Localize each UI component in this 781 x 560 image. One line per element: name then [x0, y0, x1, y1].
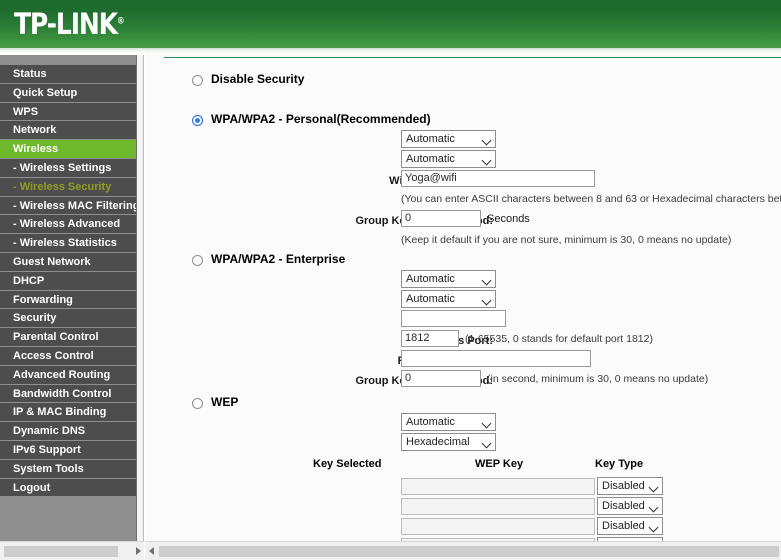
chevron-down-icon — [481, 438, 492, 449]
sidebar-item-wireless-security[interactable]: - Wireless Security — [0, 177, 136, 197]
input-wireless-password[interactable]: Yoga@wifi — [401, 170, 595, 187]
input-radius-password[interactable] — [401, 350, 591, 367]
select-enterprise-version[interactable]: Automatic — [401, 270, 496, 288]
chevron-down-icon — [481, 155, 492, 166]
tp-link-logo: TP-LINK® — [14, 7, 125, 41]
input-wep-key-1[interactable] — [401, 478, 595, 495]
label-wpa-enterprise: WPA/WPA2 - Enterprise — [211, 252, 346, 266]
sidebar-item-dynamic-dns[interactable]: Dynamic DNS — [0, 422, 136, 441]
unit-seconds: Seconds — [487, 213, 530, 225]
label-radius-port: Radius Port: — [427, 335, 493, 347]
select-value: Automatic — [406, 133, 455, 145]
sidebar-item-wireless-statistics[interactable]: - Wireless Statistics — [0, 234, 136, 253]
scroll-right-arrow-icon[interactable] — [136, 547, 141, 555]
radio-wpa-enterprise[interactable] — [192, 255, 203, 266]
sidebar-item-access-control[interactable]: Access Control — [0, 346, 136, 366]
select-wep-key-type-3[interactable]: Disabled — [597, 517, 663, 535]
label-wpa-personal: WPA/WPA2 - Personal(Recommended) — [211, 112, 431, 126]
hint-wireless-password: (You can enter ASCII characters between … — [401, 193, 781, 205]
select-wep-key-type-2[interactable]: Disabled — [597, 497, 663, 515]
sidebar-item-wps[interactable]: WPS — [0, 102, 136, 122]
sidebar-item-network[interactable]: Network — [0, 121, 136, 141]
label-wep: WEP — [211, 395, 239, 409]
sidebar-menu: Status Quick Setup WPS Network Wireless - Wir… — [0, 65, 136, 498]
sidebar-item-advanced-routing[interactable]: Advanced Routing — [0, 365, 136, 385]
sidebar-item-logout[interactable]: Logout — [0, 478, 136, 498]
column-header-key-type: Key Type — [595, 458, 644, 470]
select-value: Automatic — [406, 416, 455, 428]
sidebar-item-security[interactable]: Security — [0, 309, 136, 329]
chevron-down-icon — [648, 482, 659, 493]
sidebar-item-parental-control[interactable]: Parental Control — [0, 328, 136, 347]
input-enterprise-group-key[interactable]: 0 — [401, 370, 481, 387]
chevron-down-icon — [481, 135, 492, 146]
chevron-down-icon — [648, 502, 659, 513]
scrollbar-thumb[interactable] — [159, 546, 779, 557]
sidebar-item-wireless-settings[interactable]: - Wireless Settings — [0, 158, 136, 178]
sidebar-item-dhcp[interactable]: DHCP — [0, 271, 136, 291]
radio-disable-security[interactable] — [192, 75, 203, 86]
sidebar-horizontal-scrollbar[interactable] — [0, 541, 144, 560]
select-value: Automatic — [406, 153, 455, 165]
select-value: Disabled — [602, 520, 645, 532]
brand-text: TP-LINK — [14, 7, 118, 41]
column-header-wep-key: WEP Key — [475, 458, 524, 470]
chevron-down-icon — [481, 275, 492, 286]
sidebar-item-guest-network[interactable]: Guest Network — [0, 252, 136, 272]
select-wep-key-type-4[interactable]: Disabled — [597, 537, 663, 541]
radio-wpa-personal[interactable] — [192, 115, 203, 126]
trademark-symbol: ® — [116, 16, 125, 27]
chevron-down-icon — [648, 522, 659, 533]
chevron-down-icon — [481, 295, 492, 306]
app-header: TP-LINK® — [0, 0, 781, 48]
radio-wep[interactable] — [192, 398, 203, 409]
sidebar-item-ipv6-support[interactable]: IPv6 Support — [0, 440, 136, 460]
hint-enterprise-group-key: (in second, minimum is 30, 0 means no up… — [487, 373, 709, 385]
select-enterprise-encryption[interactable]: Automatic — [401, 290, 496, 308]
select-value: Automatic — [406, 293, 455, 305]
sidebar-item-ip-mac-binding[interactable]: IP & MAC Binding — [0, 403, 136, 423]
label-disable-security: Disable Security — [211, 72, 305, 86]
input-radius-server-ip[interactable] — [401, 310, 506, 327]
sidebar-item-wireless-mac-filtering[interactable]: - Wireless MAC Filtering — [0, 196, 136, 216]
column-header-key-selected: Key Selected — [313, 458, 382, 470]
sidebar-item-wireless-advanced[interactable]: - Wireless Advanced — [0, 215, 136, 235]
sidebar: Status Quick Setup WPS Network Wireless - Wir… — [0, 55, 137, 541]
sidebar-item-bandwidth-control[interactable]: Bandwidth Control — [0, 384, 136, 404]
select-value: Automatic — [406, 273, 455, 285]
sidebar-item-forwarding[interactable]: Forwarding — [0, 290, 136, 310]
chevron-down-icon — [481, 418, 492, 429]
scrollbar-thumb[interactable] — [4, 546, 118, 557]
select-value: Disabled — [602, 500, 645, 512]
select-personal-version[interactable]: Automatic — [401, 130, 496, 148]
input-wep-key-3[interactable] — [401, 518, 595, 535]
select-personal-encryption[interactable]: Automatic — [401, 150, 496, 168]
input-radius-port[interactable]: 1812 — [401, 330, 459, 347]
sidebar-item-status[interactable]: Status — [0, 65, 136, 84]
sidebar-item-quick-setup[interactable]: Quick Setup — [0, 83, 136, 103]
content-horizontal-scrollbar[interactable] — [145, 541, 781, 560]
hint-radius-port: (1-65535, 0 stands for default port 1812… — [465, 333, 653, 345]
main-content: Disable Security WPA/WPA2 - Personal(Rec… — [145, 52, 781, 541]
scroll-left-arrow-icon[interactable] — [149, 547, 154, 555]
select-value: Disabled — [602, 480, 645, 492]
input-wep-key-2[interactable] — [401, 498, 595, 515]
select-value: Disabled — [602, 540, 645, 541]
select-wep-type[interactable]: Automatic — [401, 413, 496, 431]
input-wep-key-4[interactable] — [401, 538, 595, 541]
select-wep-key-format[interactable]: Hexadecimal — [401, 433, 496, 451]
sidebar-gutter — [137, 55, 144, 541]
sidebar-item-wireless[interactable]: Wireless — [0, 140, 136, 159]
select-wep-key-type-1[interactable]: Disabled — [597, 477, 663, 495]
sidebar-item-system-tools[interactable]: System Tools — [0, 459, 136, 479]
input-personal-group-key[interactable]: 0 — [401, 210, 481, 227]
select-value: Hexadecimal — [406, 436, 470, 448]
hint-personal-group-key: (Keep it default if you are not sure, mi… — [401, 234, 732, 246]
content-top-rule — [164, 57, 781, 58]
